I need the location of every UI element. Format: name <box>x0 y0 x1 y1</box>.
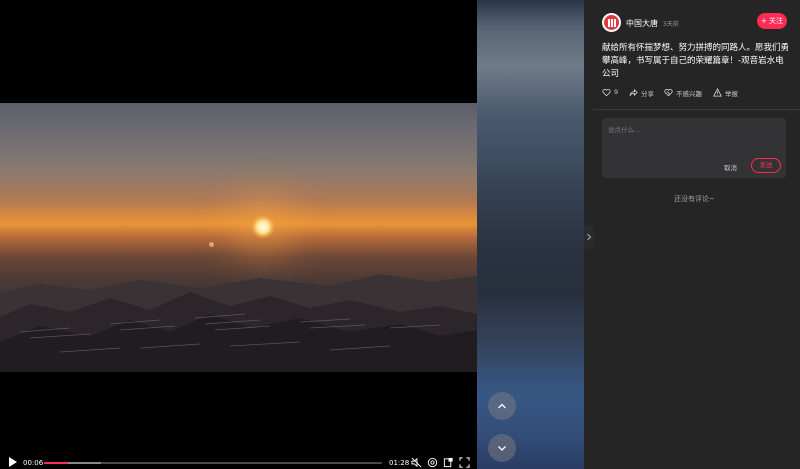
report-label: 举报 <box>725 90 738 98</box>
like-count: 9 <box>614 88 619 96</box>
not-interested-icon <box>664 88 673 97</box>
volume-muted-icon[interactable] <box>411 457 422 468</box>
comment-box: 取消 发送 <box>602 118 786 178</box>
author-name[interactable]: 中国大唐 <box>626 18 658 29</box>
cancel-button[interactable]: 取消 <box>724 162 737 172</box>
post-description: 献给所有怀揣梦想、努力拼搏的同路人。愿我们勇攀高峰，书写属于自己的荣耀篇章！-观… <box>602 43 790 79</box>
total-time: 01:28 <box>389 459 410 467</box>
chevron-down-icon <box>498 446 506 451</box>
next-video-button[interactable] <box>488 434 516 462</box>
share-label: 分享 <box>641 90 654 98</box>
brand-logo <box>604 15 619 30</box>
loop-icon[interactable] <box>427 457 438 468</box>
video-controls: 00:06 01:28 <box>0 452 477 469</box>
no-comments-text: 还没有评论~ <box>674 195 715 203</box>
previous-video-button[interactable] <box>488 392 516 420</box>
collapse-panel-button[interactable] <box>584 225 594 249</box>
send-button[interactable]: 发送 <box>751 158 781 173</box>
sun <box>252 216 274 238</box>
lens-flare <box>209 242 214 247</box>
video-player[interactable]: 00:06 01:28 <box>0 0 477 469</box>
author-avatar[interactable] <box>602 13 621 32</box>
mountain-silhouette <box>0 274 477 372</box>
progress-bar[interactable] <box>44 462 382 464</box>
heart-icon <box>602 88 611 97</box>
fullscreen-icon[interactable] <box>459 457 470 468</box>
current-time: 00:06 <box>23 459 44 467</box>
divider <box>593 109 800 110</box>
post-time: 3天前 <box>663 21 679 28</box>
follow-button[interactable]: + 关注 <box>757 13 787 29</box>
video-frame[interactable] <box>0 103 477 372</box>
report-icon <box>713 88 722 97</box>
progress-fill <box>44 462 68 464</box>
chevron-up-icon <box>498 403 506 409</box>
not-interested-label: 不感兴趣 <box>676 90 702 98</box>
comment-input[interactable] <box>608 123 778 137</box>
chevron-right-icon <box>587 233 592 241</box>
share-icon <box>629 88 638 97</box>
picture-in-picture-icon[interactable] <box>443 457 454 468</box>
play-icon[interactable] <box>9 457 17 467</box>
